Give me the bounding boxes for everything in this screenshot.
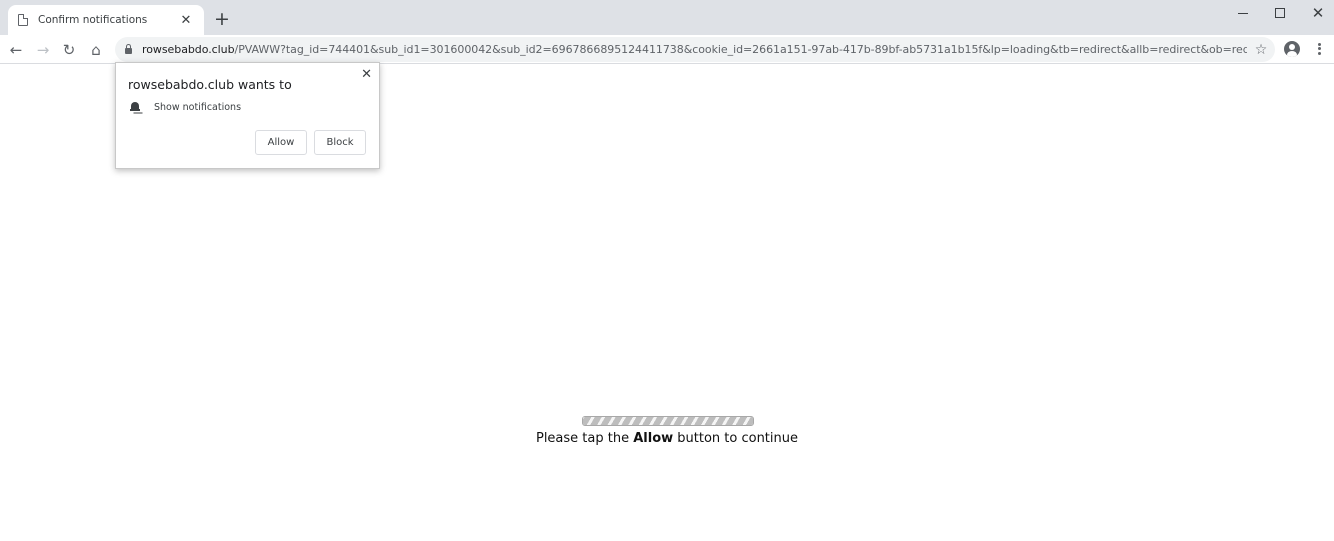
back-button[interactable]: ←: [5, 39, 27, 61]
instruction-message: Please tap the Allow button to continue: [0, 431, 1334, 446]
url-path: /PVAWW?tag_id=744401&sub_id1=301600042&s…: [234, 43, 1247, 56]
message-allow-word: Allow: [633, 431, 674, 446]
url-text[interactable]: rowsebabdo.club/PVAWW?tag_id=744401&sub_…: [142, 43, 1247, 56]
new-tab-button[interactable]: +: [212, 9, 232, 29]
permission-text: Show notifications: [154, 101, 242, 113]
page-icon: [18, 14, 28, 26]
browser-toolbar: ← → ↻ ⌂ rowsebabdo.club/PVAWW?tag_id=744…: [0, 35, 1334, 64]
tab-confirm-notifications[interactable]: Confirm notifications ✕: [8, 5, 204, 35]
loading-progress-bar: [582, 416, 754, 426]
url-host: rowsebabdo.club: [142, 43, 235, 56]
progress-fill: [583, 417, 753, 425]
allow-button[interactable]: Allow: [255, 130, 307, 155]
address-bar[interactable]: rowsebabdo.club/PVAWW?tag_id=744401&sub_…: [115, 37, 1275, 62]
prompt-title: rowsebabdo.club wants to: [128, 77, 292, 92]
bell-icon: [130, 101, 140, 113]
minimize-icon: [1238, 12, 1248, 14]
home-button[interactable]: ⌂: [85, 39, 107, 61]
block-button[interactable]: Block: [314, 130, 366, 155]
bookmark-star-icon[interactable]: ☆: [1247, 42, 1275, 58]
forward-button[interactable]: →: [32, 39, 54, 61]
message-text-after: button to continue: [673, 431, 798, 446]
maximize-button[interactable]: [1262, 2, 1298, 24]
menu-icon[interactable]: [1311, 40, 1327, 58]
tab-close-icon[interactable]: ✕: [178, 13, 194, 28]
notification-permission-prompt: rowsebabdo.club wants to ✕ Show notifica…: [115, 62, 380, 169]
minimize-button[interactable]: [1225, 2, 1261, 24]
prompt-close-icon[interactable]: ✕: [361, 67, 372, 82]
maximize-icon: [1275, 8, 1285, 18]
tab-strip: Confirm notifications ✕ + ✕: [0, 0, 1334, 35]
reload-button[interactable]: ↻: [58, 39, 80, 61]
window-close-button[interactable]: ✕: [1300, 2, 1334, 24]
message-text-before: Please tap the: [535, 431, 634, 446]
lock-icon[interactable]: [125, 44, 132, 54]
tab-title: Confirm notifications: [38, 14, 148, 26]
permission-row: Show notifications: [130, 101, 241, 113]
profile-icon[interactable]: [1284, 41, 1300, 57]
